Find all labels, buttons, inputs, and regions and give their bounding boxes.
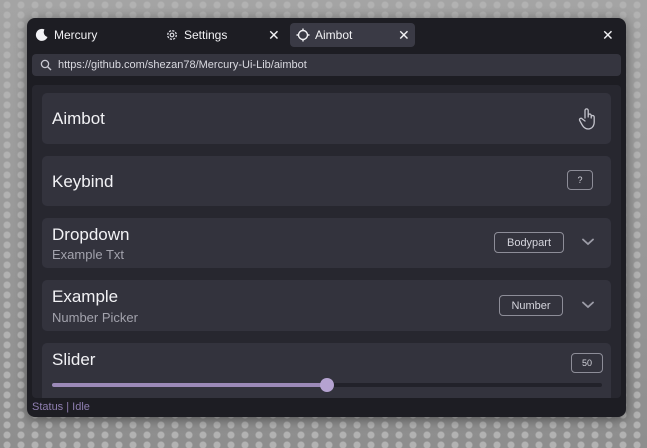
dropdown-title: Dropdown [52,225,130,244]
content-panel: Aimbot Keybind ? Dropdown Example Txt Bo… [32,85,621,398]
slider-title: Slider [52,350,96,369]
gear-icon [165,28,179,42]
tab-settings[interactable]: Settings ✕ [165,23,285,47]
number-picker-subtitle: Number Picker [52,310,138,325]
pointer-hand-icon[interactable] [578,107,598,131]
slider-track[interactable] [52,378,602,392]
status-text: Status | Idle [32,401,90,413]
url-text: https://github.com/shezan78/Mercury-Ui-L… [58,59,307,71]
tab-aimbot-close-icon[interactable]: ✕ [398,28,410,42]
keybind-card[interactable]: Keybind ? [42,156,611,206]
slider-value-box[interactable]: 50 [571,353,603,373]
crosshair-icon [296,28,310,42]
dropdown-card[interactable]: Dropdown Example Txt Bodypart [42,218,611,268]
tab-settings-close-icon[interactable]: ✕ [268,28,280,42]
moon-icon [35,28,49,42]
tab-aimbot-label: Aimbot [315,28,353,42]
tab-settings-label: Settings [184,28,228,42]
number-picker-card[interactable]: Example Number Picker Number [42,280,611,331]
tab-bar: Mercury Settings ✕ Aimbot ✕ ✕ [27,18,626,52]
dropdown-subtitle: Example Txt [52,247,125,262]
mercury-window: Mercury Settings ✕ Aimbot ✕ ✕ https://gi… [27,18,626,417]
keybind-title: Keybind [52,172,114,191]
slider-handle[interactable] [320,378,334,392]
window-close-icon[interactable]: ✕ [602,28,614,42]
tab-mercury[interactable]: Mercury [35,23,155,47]
keybind-key-button[interactable]: ? [567,170,593,190]
tab-mercury-label: Mercury [54,28,98,42]
chevron-down-icon[interactable] [582,238,594,246]
url-bar[interactable]: https://github.com/shezan78/Mercury-Ui-L… [32,54,621,76]
aimbot-toggle-card[interactable]: Aimbot [42,93,611,144]
slider-fill [52,383,327,387]
slider-card: Slider 50 [42,343,611,398]
search-icon [40,59,52,71]
tab-aimbot[interactable]: Aimbot ✕ [290,23,415,47]
number-value-button[interactable]: Number [499,295,563,316]
aimbot-title: Aimbot [52,109,105,128]
chevron-down-icon[interactable] [582,301,594,309]
dropdown-value-button[interactable]: Bodypart [494,232,564,253]
number-picker-title: Example [52,287,119,306]
